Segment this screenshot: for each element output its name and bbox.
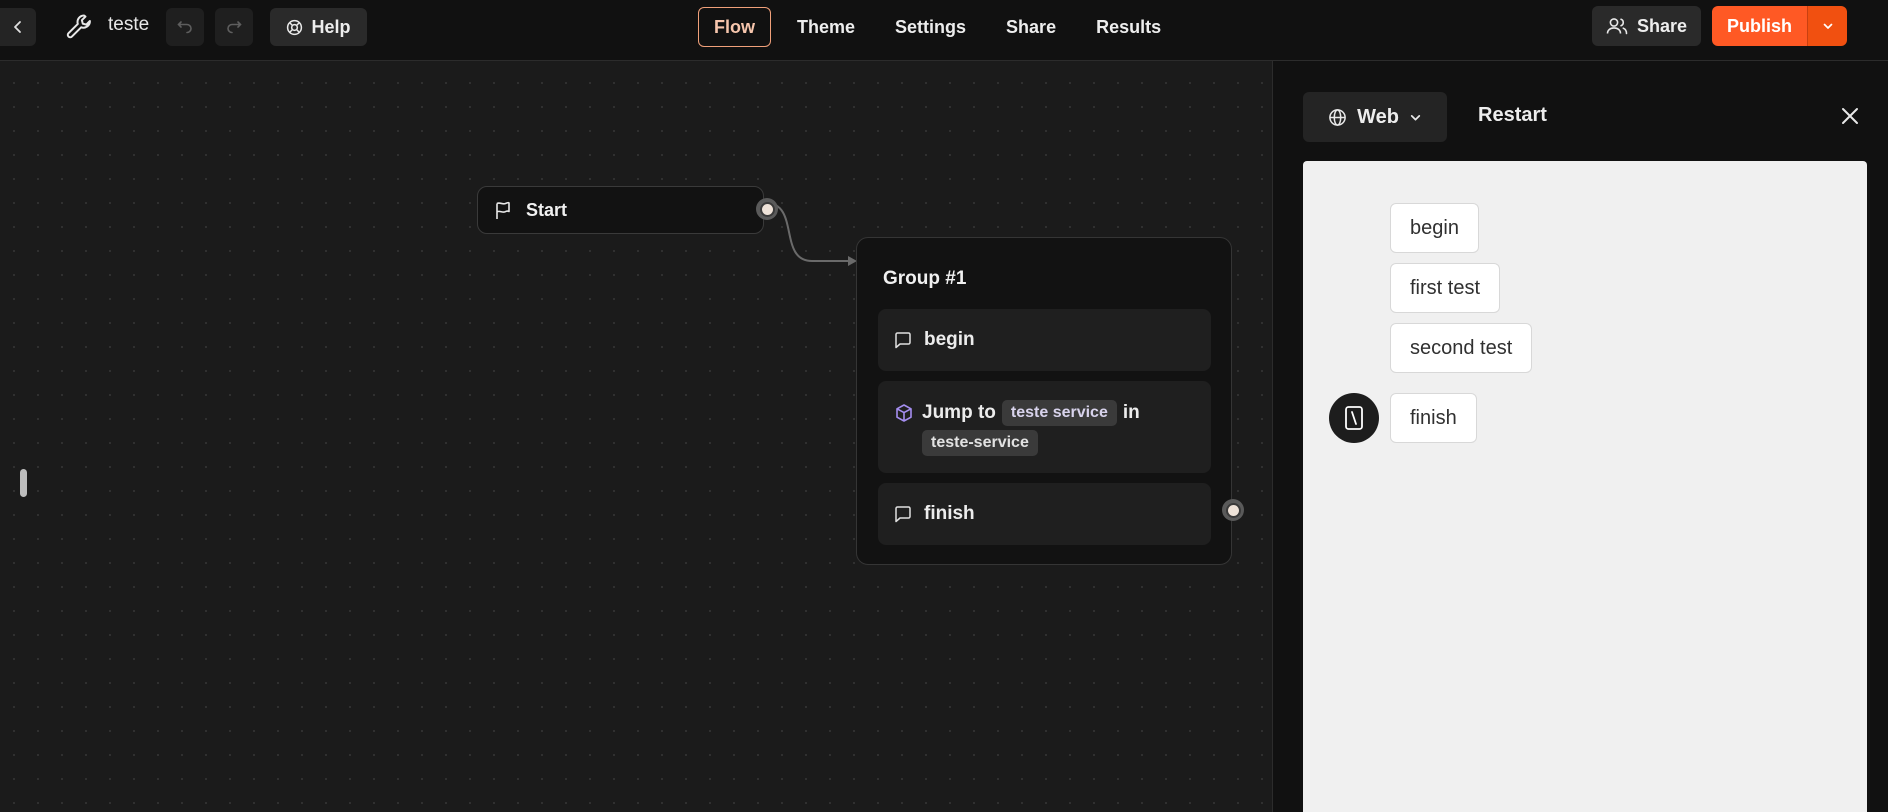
share-label: Share	[1636, 15, 1688, 36]
flow-canvas[interactable]: Start Group #1 begin Jump to teste servi…	[0, 61, 1272, 812]
chat-bubble-icon	[895, 332, 911, 349]
undo-icon	[177, 21, 192, 34]
tab-settings[interactable]: Settings	[875, 7, 986, 47]
start-output-port[interactable]	[756, 198, 778, 220]
users-icon	[1606, 18, 1628, 35]
publish-button[interactable]: Publish	[1712, 6, 1807, 46]
publish-split-button: Publish	[1712, 6, 1847, 46]
preview-panel: Web Restart begin first test second test…	[1272, 61, 1888, 812]
close-icon[interactable]	[1837, 103, 1863, 129]
chat-bubble-icon	[895, 506, 911, 523]
bot-logo-icon	[1345, 406, 1363, 430]
chat-bubble: begin	[1390, 203, 1479, 253]
help-button[interactable]: Help	[270, 8, 367, 46]
chat-bubble: finish	[1390, 393, 1477, 443]
globe-icon	[1329, 108, 1346, 126]
tab-flow[interactable]: Flow	[698, 7, 771, 47]
cube-icon	[896, 404, 912, 422]
project-title[interactable]: teste	[108, 14, 149, 36]
jump-in: in	[1122, 402, 1140, 423]
help-label: Help	[311, 16, 351, 37]
back-button[interactable]	[0, 8, 36, 46]
group-output-port[interactable]	[1222, 499, 1244, 521]
top-bar: teste Help Flow Theme Settings Share Res…	[0, 0, 1888, 61]
share-button[interactable]: Share	[1592, 6, 1701, 46]
jump-prefix: Jump to	[922, 402, 996, 423]
tab-share[interactable]: Share	[986, 7, 1076, 47]
publish-options-button[interactable]	[1807, 6, 1847, 46]
text-block-begin[interactable]: begin	[878, 309, 1211, 371]
jump-bot-pill: teste-service	[922, 430, 1038, 456]
platform-select[interactable]: Web	[1303, 92, 1447, 142]
tab-results[interactable]: Results	[1076, 7, 1181, 47]
chevron-down-icon	[1410, 114, 1421, 121]
chevron-down-icon	[1823, 23, 1832, 29]
group-node[interactable]: Group #1 begin Jump to teste service in …	[856, 237, 1232, 565]
redo-button[interactable]	[215, 8, 253, 46]
undo-button[interactable]	[166, 8, 204, 46]
jump-block[interactable]: Jump to teste service in teste-service	[878, 381, 1211, 473]
lifebuoy-icon	[287, 19, 303, 35]
jump-target-pill: teste service	[1001, 400, 1117, 426]
start-node-label: Start	[526, 199, 568, 220]
text-block-finish[interactable]: finish	[878, 483, 1211, 545]
start-node[interactable]: Start	[477, 186, 764, 234]
platform-label: Web	[1357, 105, 1399, 128]
tab-theme[interactable]: Theme	[777, 7, 875, 47]
chat-bubble: second test	[1390, 323, 1533, 373]
block-text: finish	[924, 503, 975, 524]
redo-icon	[227, 21, 242, 34]
chevron-left-icon	[14, 21, 21, 33]
bot-avatar	[1329, 393, 1379, 443]
block-text: begin	[924, 329, 975, 350]
chat-preview[interactable]: begin first test second test finish	[1303, 161, 1867, 812]
main-nav: Flow Theme Settings Share Results	[698, 7, 1181, 47]
canvas-scroll-handle[interactable]	[20, 469, 27, 497]
flag-icon	[496, 201, 510, 219]
wrench-icon[interactable]	[64, 12, 94, 42]
chat-bubble: first test	[1390, 263, 1501, 313]
restart-button[interactable]: Restart	[1478, 104, 1547, 127]
group-title[interactable]: Group #1	[883, 268, 966, 290]
